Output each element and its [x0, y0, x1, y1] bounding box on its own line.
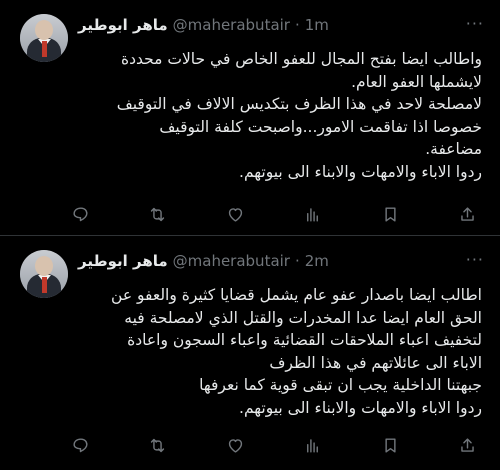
author-name[interactable]: ماهر ابوطير: [78, 252, 168, 270]
tweet[interactable]: ماهر ابوطير @maherabutair · 1m ··· واطال…: [0, 0, 500, 236]
tweet[interactable]: ماهر ابوطير @maherabutair · 2m ··· اطالب…: [0, 236, 500, 470]
like-icon[interactable]: [221, 431, 249, 459]
author-handle[interactable]: @maherabutair: [173, 16, 290, 34]
tweet-header: ماهر ابوطير @maherabutair · 2m: [78, 252, 480, 270]
like-icon[interactable]: [221, 200, 249, 228]
tweet-header: ماهر ابوطير @maherabutair · 1m: [78, 16, 480, 34]
tweet-text-line: لامصلحة لاحد في هذا الظرف بتكديس الالاف …: [116, 95, 482, 113]
tweet-text-line: الاباء الى عائلاتهم في هذا الظرف: [269, 353, 482, 372]
separator-dot: ·: [294, 16, 300, 34]
more-options-icon[interactable]: ···: [466, 250, 484, 269]
tweet-text-line: ردوا الاباء والامهات والابناء الى بيوتهم…: [239, 398, 482, 417]
action-bar: [66, 431, 482, 459]
reply-icon[interactable]: [66, 200, 94, 228]
bookmark-icon[interactable]: [376, 431, 404, 459]
tweet-text-line: خصوصا اذا تفاقمت الامور...واصبحت كلفة ال…: [159, 117, 482, 136]
author-name[interactable]: ماهر ابوطير: [78, 16, 168, 34]
separator-dot: ·: [294, 252, 300, 270]
views-icon[interactable]: [299, 200, 327, 228]
more-options-icon[interactable]: ···: [466, 14, 484, 33]
tweet-text: واطالب ايضا بفتح المجال للعفو الخاص في ح…: [18, 48, 482, 183]
tweet-text-line: لتخفيف اعباء الملاحقات القضائية واعباء ا…: [127, 331, 482, 349]
timestamp[interactable]: 2m: [305, 252, 329, 270]
retweet-icon[interactable]: [144, 431, 172, 459]
bookmark-icon[interactable]: [376, 200, 404, 228]
action-bar: [66, 200, 482, 228]
reply-icon[interactable]: [66, 431, 94, 459]
tweet-text-line: لايشملها العفو العام.: [351, 72, 482, 91]
tweet-text-line: واطالب ايضا بفتح المجال للعفو الخاص في ح…: [120, 50, 482, 68]
tweet-text-line: مضاعفة.: [425, 140, 482, 158]
author-handle[interactable]: @maherabutair: [173, 252, 290, 270]
timeline-feed: ماهر ابوطير @maherabutair · 1m ··· واطال…: [0, 0, 500, 470]
views-icon[interactable]: [299, 431, 327, 459]
retweet-icon[interactable]: [144, 200, 172, 228]
tweet-text-line: اطالب ايضا باصدار عفو عام يشمل قضايا كثي…: [111, 286, 482, 304]
timestamp[interactable]: 1m: [305, 16, 329, 34]
tweet-text-line: جبهتنا الداخلية يجب ان تبقى قوية كما نعر…: [199, 376, 482, 394]
share-icon[interactable]: [454, 431, 482, 459]
tweet-text-line: الحق العام ايضا عدا المخدرات والقتل الذي…: [124, 308, 482, 327]
tweet-text: اطالب ايضا باصدار عفو عام يشمل قضايا كثي…: [18, 284, 482, 419]
share-icon[interactable]: [454, 200, 482, 228]
tweet-text-line: ردوا الاباء والامهات والابناء الى بيوتهم…: [239, 162, 482, 181]
